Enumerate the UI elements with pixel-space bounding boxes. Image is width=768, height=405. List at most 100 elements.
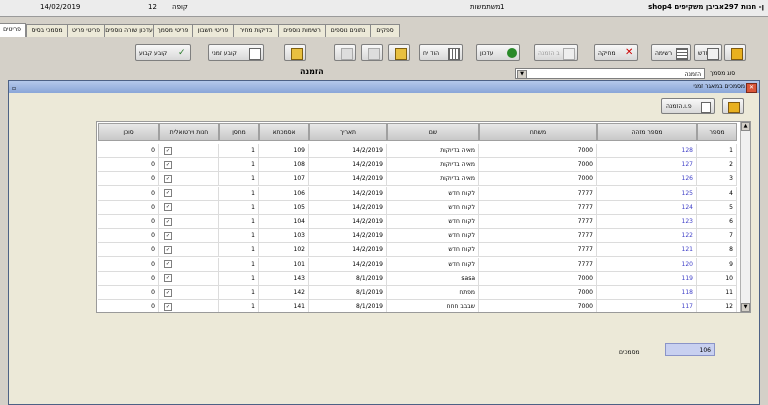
cell-code: 7000	[479, 172, 597, 187]
set-permanent-button[interactable]: קובע קבוע ✓	[135, 44, 191, 61]
print-icon	[701, 102, 711, 113]
cell-reference: 141	[259, 300, 309, 312]
cell-number: 10	[697, 271, 737, 286]
cell-reference: 107	[259, 172, 309, 187]
scroll-up-icon[interactable]: ▲	[741, 122, 750, 131]
order-button[interactable]: ב הזמנה	[534, 44, 578, 61]
virtual-store-checkbox[interactable]: ✓	[164, 174, 172, 183]
col-header-date[interactable]: תאריך	[309, 123, 387, 141]
nav-next-button[interactable]	[361, 44, 383, 61]
col-header-reference[interactable]: אסמכתא	[259, 123, 309, 141]
table-row[interactable]: 5 124 7777 לקוח חדש 14/2/2019 105 1 ✓ 0	[97, 200, 737, 215]
close-icon[interactable]: ✕	[746, 83, 757, 93]
cell-agent: 0	[98, 243, 159, 258]
table-row[interactable]: 10 119 7000 sasa 8/1/2019 143 1 ✓ 0	[97, 271, 737, 286]
virtual-store-checkbox[interactable]: ✓	[164, 302, 172, 311]
virtual-store-checkbox[interactable]: ✓	[164, 146, 172, 155]
cell-id: 119	[597, 271, 697, 286]
col-header-number[interactable]: מספר	[697, 123, 737, 141]
cell-virtual-store[interactable]: ✓	[159, 144, 219, 158]
col-header-virtual-store[interactable]: חנות וירטואלית	[159, 123, 219, 141]
cell-name: לקוח חדש	[387, 243, 479, 258]
virtual-store-checkbox[interactable]: ✓	[164, 274, 172, 283]
user-value: 1	[500, 3, 505, 11]
nav-first-button[interactable]	[284, 44, 306, 61]
cell-agent: 0	[98, 158, 159, 173]
list-button[interactable]: רשימה	[651, 44, 691, 61]
cell-virtual-store[interactable]: ✓	[159, 300, 219, 312]
tab-extra-lists[interactable]: רשימות נוספים	[278, 24, 326, 37]
tab-suppliers[interactable]: ספקים	[370, 24, 400, 37]
cell-id: 118	[597, 286, 697, 300]
exit-button[interactable]	[724, 44, 746, 61]
tab-extra-data[interactable]: נתונים נוספים	[325, 24, 371, 37]
virtual-store-checkbox[interactable]: ✓	[164, 260, 172, 269]
delete-icon: ✕	[625, 47, 634, 58]
virtual-store-checkbox[interactable]: ✓	[164, 203, 172, 212]
col-header-id[interactable]: מספר מזהה	[597, 123, 697, 141]
tab-account-items[interactable]: פריטי חשבון	[192, 24, 234, 37]
table-row[interactable]: 3 126 7000 מאיה בדיוקות 14/2/2019 107 1 ✓ 0	[97, 172, 737, 187]
print-order-button[interactable]: פ.ו.הזמנה	[661, 98, 715, 114]
cell-reference: 106	[259, 186, 309, 201]
virtual-store-checkbox[interactable]: ✓	[164, 160, 172, 169]
cell-agent: 0	[98, 186, 159, 201]
cell-virtual-store[interactable]: ✓	[159, 243, 219, 258]
col-header-name[interactable]: שם	[387, 123, 479, 141]
tab-price-checks[interactable]: בדיקות מחיר	[233, 24, 279, 37]
nav-prev-button[interactable]	[334, 44, 356, 61]
dialog-exit-button[interactable]	[722, 98, 744, 114]
cell-virtual-store[interactable]: ✓	[159, 200, 219, 215]
tab-item-items[interactable]: פריטי פריט	[67, 24, 105, 37]
cell-virtual-store[interactable]: ✓	[159, 286, 219, 300]
cell-code: 7000	[479, 286, 597, 300]
tab-row-update[interactable]: עדכון שורה נוספים	[104, 24, 154, 37]
update-icon	[507, 48, 517, 58]
virtual-store-checkbox[interactable]: ✓	[164, 231, 172, 240]
cell-agent: 0	[98, 271, 159, 286]
cell-virtual-store[interactable]: ✓	[159, 158, 219, 173]
cell-virtual-store[interactable]: ✓	[159, 257, 219, 272]
col-header-store[interactable]: מחסן	[219, 123, 259, 141]
tab-base-docs[interactable]: מסמכי בסיס	[26, 24, 68, 37]
new-button[interactable]: חדש	[694, 44, 722, 61]
table-row[interactable]: 9 120 7777 לקוח חדש 14/2/2019 101 1 ✓ 0	[97, 257, 737, 272]
table-row[interactable]: 11 118 7000 מפתח 8/1/2019 142 1 ✓ 0	[97, 286, 737, 300]
order-icon	[563, 48, 575, 60]
table-row[interactable]: 6 123 7777 לקוח חדש 14/2/2019 104 1 ✓ 0	[97, 215, 737, 229]
table-scrollbar[interactable]: ▲ ▼	[740, 122, 750, 312]
update-button[interactable]: עדכון	[476, 44, 520, 61]
virtual-store-checkbox[interactable]: ✓	[164, 245, 172, 254]
table-row[interactable]: 4 125 7777 לקוח חדש 14/2/2019 106 1 ✓ 0	[97, 186, 737, 201]
cell-date: 14/2/2019	[309, 215, 387, 229]
tab-items[interactable]: פריטים	[0, 23, 26, 37]
virtual-store-checkbox[interactable]: ✓	[164, 288, 172, 297]
cell-virtual-store[interactable]: ✓	[159, 271, 219, 286]
scroll-down-icon[interactable]: ▼	[741, 303, 750, 312]
document-type-select[interactable]: הזמנה ▼	[515, 68, 705, 79]
report-button[interactable]: הוד יח	[419, 44, 463, 61]
set-temporary-button[interactable]: קובע זמני	[208, 44, 264, 61]
chevron-down-icon[interactable]: ▼	[517, 70, 527, 79]
cell-virtual-store[interactable]: ✓	[159, 186, 219, 201]
table-row[interactable]: 8 121 7777 לקוח חדש 14/2/2019 102 1 ✓ 0	[97, 243, 737, 258]
table-row[interactable]: 2 127 7000 מאיה בדיוקות 14/2/2019 108 1 ✓ 0	[97, 158, 737, 173]
cell-virtual-store[interactable]: ✓	[159, 215, 219, 229]
document-type-label: סוג מסמך	[710, 70, 736, 77]
virtual-store-checkbox[interactable]: ✓	[164, 217, 172, 226]
table-row[interactable]: 12 117 7000 שבבב חחח 8/1/2019 141 1 ✓ 0	[97, 300, 737, 312]
tab-doc-items[interactable]: פריטי מסמך	[153, 24, 193, 37]
cell-number: 2	[697, 158, 737, 173]
table-row[interactable]: 7 122 7777 לקוח חדש 14/2/2019 103 1 ✓ 0	[97, 229, 737, 244]
table-row[interactable]: 1 128 7000 מאיה בדיוקות 14/2/2019 109 1 ✓ 0	[97, 144, 737, 158]
cell-date: 14/2/2019	[309, 257, 387, 272]
nav-last-button[interactable]	[388, 44, 410, 61]
cell-virtual-store[interactable]: ✓	[159, 172, 219, 187]
cell-code: 7777	[479, 257, 597, 272]
virtual-store-checkbox[interactable]: ✓	[164, 189, 172, 198]
col-header-code[interactable]: משתח	[479, 123, 597, 141]
col-header-agent[interactable]: סוכן	[98, 123, 159, 141]
cell-virtual-store[interactable]: ✓	[159, 229, 219, 244]
cell-date: 14/2/2019	[309, 158, 387, 173]
delete-button[interactable]: מחיקה ✕	[594, 44, 638, 61]
